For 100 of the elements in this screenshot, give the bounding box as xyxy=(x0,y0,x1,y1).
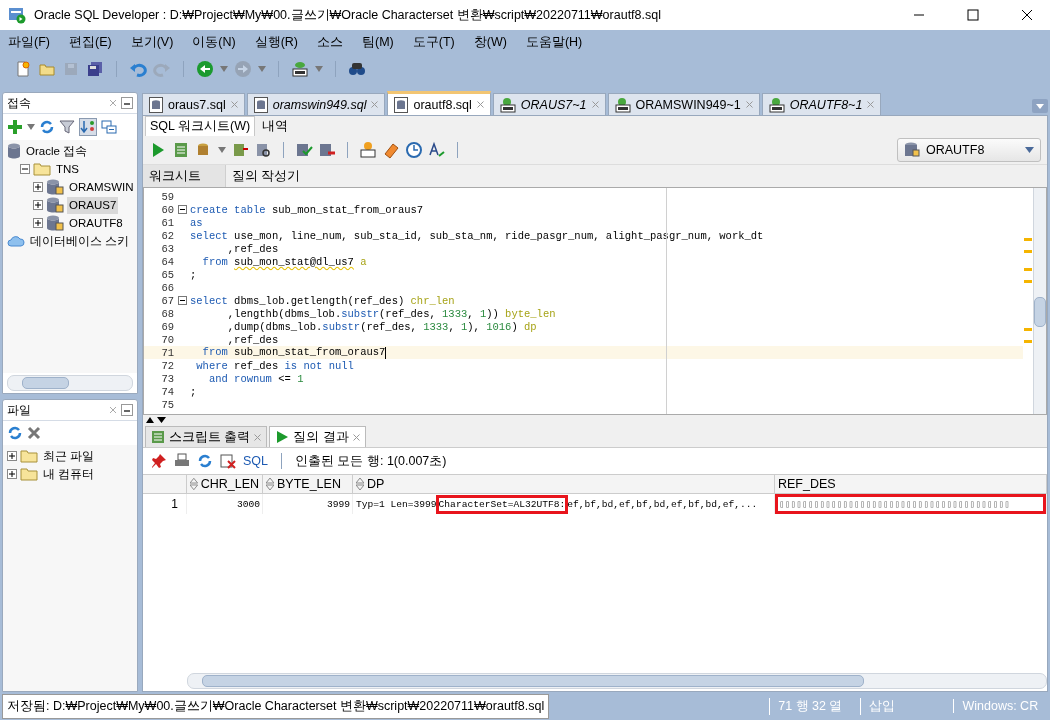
collapse-icon[interactable] xyxy=(20,164,30,174)
tree-item[interactable]: 최근 파일 xyxy=(41,447,97,465)
close-icon[interactable] xyxy=(352,433,360,441)
expand-icon[interactable] xyxy=(33,200,43,210)
sort-icon[interactable] xyxy=(79,118,97,136)
menu-item[interactable]: 실행(R) xyxy=(254,33,299,51)
dropdown-caret-icon[interactable] xyxy=(218,147,226,153)
tab-list-icon[interactable] xyxy=(1032,99,1048,113)
refresh-icon[interactable] xyxy=(7,425,23,441)
sort-icon xyxy=(190,478,198,490)
clear-icon[interactable] xyxy=(220,453,236,469)
close-icon[interactable] xyxy=(745,101,753,108)
tree-item[interactable]: Oracle 접속 xyxy=(24,142,90,160)
fold-icon[interactable] xyxy=(177,296,187,305)
column-header[interactable]: REF_DES xyxy=(775,475,1047,494)
document-tab[interactable]: ORAMSWIN949~1 xyxy=(607,93,760,115)
rollback-icon[interactable] xyxy=(318,141,336,159)
dropdown-caret-icon[interactable] xyxy=(220,66,228,72)
column-header[interactable]: BYTE_LEN xyxy=(263,475,353,494)
vertical-scrollbar[interactable] xyxy=(1033,188,1046,414)
font-case-icon[interactable] xyxy=(428,141,446,159)
tab[interactable]: 질의 결과 xyxy=(269,426,366,447)
script-icon[interactable] xyxy=(172,141,190,159)
menu-item[interactable]: 도구(T) xyxy=(412,33,455,51)
document-tab[interactable]: ORAUS7~1 xyxy=(492,93,606,115)
back-icon[interactable] xyxy=(196,60,214,78)
refresh-icon[interactable] xyxy=(197,453,213,469)
column-header[interactable]: CHR_LEN xyxy=(187,475,263,494)
pin-icon[interactable] xyxy=(151,453,167,469)
tab[interactable]: 질의 작성기 xyxy=(226,165,338,187)
dropdown-caret-icon[interactable] xyxy=(258,66,266,72)
splitter-arrows-icon[interactable] xyxy=(145,416,167,424)
binoculars-icon[interactable] xyxy=(348,60,366,78)
sql-link[interactable]: SQL xyxy=(243,454,268,468)
code-line: and rownum <= 1 xyxy=(207,372,304,385)
dropdown-caret-icon[interactable] xyxy=(315,66,323,72)
tree-item[interactable]: ORAMSWIN xyxy=(67,178,136,196)
code-line: from sub_mon_stat_from_oraus7 xyxy=(201,346,387,359)
menu-item[interactable]: 창(W) xyxy=(473,33,507,51)
tab[interactable]: 워크시트 xyxy=(143,165,226,187)
line-number: 68 xyxy=(160,307,175,320)
document-tab[interactable]: oramswin949.sql xyxy=(246,93,386,115)
delete-icon[interactable] xyxy=(27,426,41,440)
tree-item[interactable]: 데이터베이스 스키 xyxy=(28,232,132,250)
add-icon[interactable] xyxy=(7,119,23,135)
collapse-all-icon[interactable] xyxy=(101,119,117,135)
column-header[interactable]: DP xyxy=(353,475,775,494)
close-icon[interactable] xyxy=(591,101,599,108)
eraser-icon[interactable] xyxy=(382,141,400,159)
close-icon[interactable] xyxy=(254,433,262,441)
sql-tuning-icon[interactable] xyxy=(359,141,377,159)
menu-item[interactable]: 소스 xyxy=(317,33,344,51)
horizontal-scrollbar[interactable] xyxy=(7,375,133,391)
document-tab[interactable]: orautf8.sql xyxy=(387,91,491,115)
menu-item[interactable]: 편집(E) xyxy=(68,33,112,51)
tree-item[interactable]: ORAUS7 xyxy=(67,196,119,214)
close-icon[interactable] xyxy=(109,406,117,414)
filter-icon[interactable] xyxy=(59,119,75,135)
clock-icon[interactable] xyxy=(405,141,423,159)
code-line: ; xyxy=(189,385,197,398)
fold-icon[interactable] xyxy=(177,205,187,214)
menu-item[interactable]: 파일(F) xyxy=(8,33,50,51)
close-icon[interactable] xyxy=(867,101,875,108)
refresh-icon[interactable] xyxy=(39,119,55,135)
close-icon[interactable] xyxy=(230,101,238,108)
code-editor[interactable] xyxy=(144,188,1023,414)
dropdown-caret-icon[interactable] xyxy=(27,124,35,130)
close-icon[interactable] xyxy=(109,99,117,107)
expand-icon[interactable] xyxy=(7,451,17,461)
tab[interactable]: SQL 워크시트(W) xyxy=(145,116,256,136)
code-line: ,dump(dbms_lob.substr(ref_des, 1333, 1), 1016) dp xyxy=(226,320,537,333)
print-icon[interactable] xyxy=(174,453,190,469)
tree-item[interactable]: TNS xyxy=(54,160,81,178)
minimize-icon[interactable] xyxy=(121,97,133,109)
document-tab[interactable]: oraus7.sql xyxy=(142,93,245,115)
save-all-icon[interactable] xyxy=(86,60,104,78)
commit-icon[interactable] xyxy=(295,141,313,159)
close-icon[interactable] xyxy=(371,101,379,108)
tab[interactable]: 내역 xyxy=(257,116,294,136)
menu-item[interactable]: 도움말(H) xyxy=(525,33,583,51)
menu-item[interactable]: 이동(N) xyxy=(192,33,236,51)
tree-item[interactable]: 내 컴퓨터 xyxy=(41,465,97,483)
connection-select[interactable]: ORAUTF8 xyxy=(897,138,1041,162)
menu-item[interactable]: 보기(V) xyxy=(130,33,174,51)
menu-item[interactable]: 팀(M) xyxy=(362,33,394,51)
sort-icon xyxy=(356,478,364,490)
code-line: where ref_des is not null xyxy=(195,359,354,372)
close-icon[interactable] xyxy=(476,101,484,108)
document-tab[interactable]: ORAUTF8~1 xyxy=(761,93,882,115)
database-search-icon[interactable] xyxy=(254,141,272,159)
expand-icon[interactable] xyxy=(33,218,43,228)
sql-database-icon[interactable] xyxy=(291,60,309,78)
tree-item[interactable]: ORAUTF8 xyxy=(67,214,125,232)
minimize-icon[interactable] xyxy=(121,404,133,416)
expand-icon[interactable] xyxy=(33,182,43,192)
horizontal-scrollbar[interactable] xyxy=(187,673,1047,689)
tab[interactable]: 스크립트 출력 xyxy=(145,426,268,447)
expand-icon[interactable] xyxy=(7,469,17,479)
database-arrow-icon[interactable] xyxy=(231,141,249,159)
new-file-icon[interactable] xyxy=(14,60,32,78)
